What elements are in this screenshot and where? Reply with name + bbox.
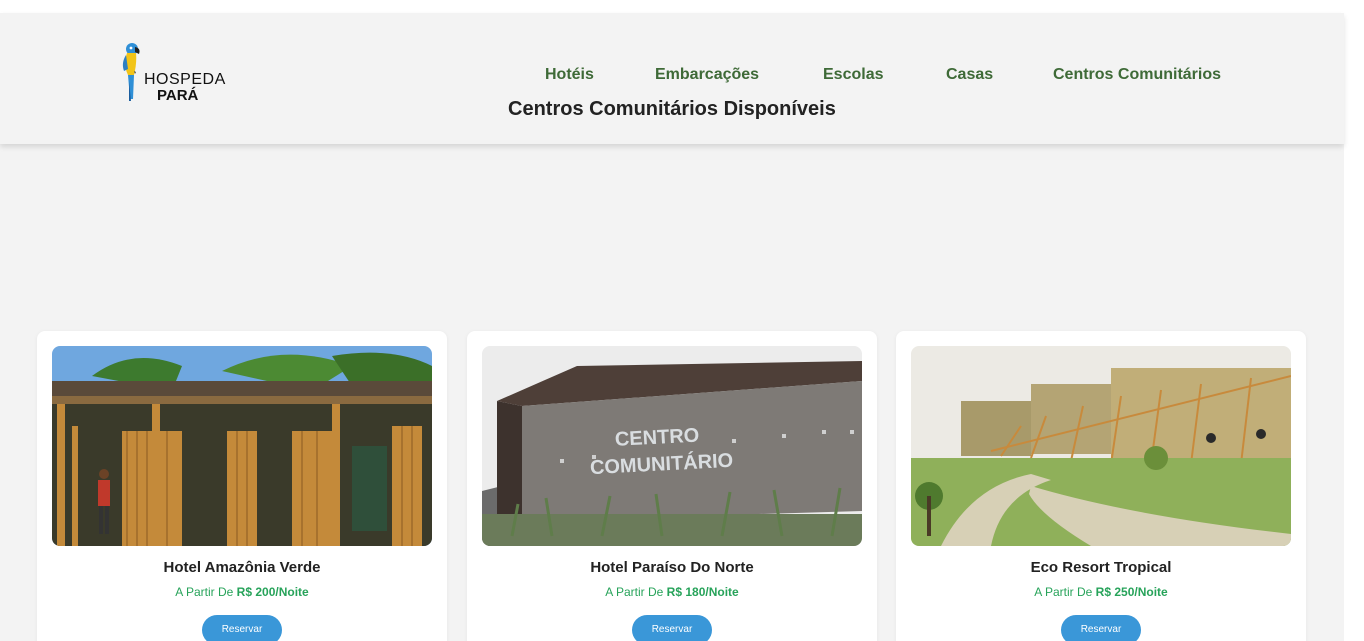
centro-comunitario-building-photo: CENTRO COMUNITÁRIO — [482, 346, 862, 546]
nav-link-casas[interactable]: Casas — [946, 66, 993, 84]
listing-name: Hotel Paraíso Do Norte — [590, 559, 754, 576]
reserve-button[interactable]: Reservar — [1061, 615, 1141, 641]
nav-link-escolas[interactable]: Escolas — [823, 66, 883, 84]
page-title: Centros Comunitários Disponíveis — [508, 98, 836, 120]
price-value: R$ 200/Noite — [236, 585, 309, 599]
scrollbar-track[interactable] — [1344, 13, 1364, 641]
listing-price: A Partir De R$ 200/Noite — [37, 585, 447, 599]
nav-link-centros-comunitarios[interactable]: Centros Comunitários — [1053, 66, 1221, 84]
listing-name: Eco Resort Tropical — [1030, 559, 1172, 576]
price-prefix: A Partir De — [605, 585, 664, 599]
site-header: HOSPEDA PARÁ Hotéis Embarcações Escolas … — [0, 13, 1344, 144]
price-prefix: A Partir De — [175, 585, 234, 599]
price-prefix: A Partir De — [1034, 585, 1093, 599]
listing-name: Hotel Amazônia Verde — [163, 559, 321, 576]
top-strip — [0, 0, 1364, 13]
eco-resort-building-photo — [911, 346, 1291, 546]
listing-price: A Partir De R$ 180/Noite — [467, 585, 877, 599]
main-nav: Hotéis Embarcações Escolas Casas Centros… — [0, 66, 1344, 90]
listing-card: CENTRO COMUNITÁRIO Hotel Paraíso Do Nort… — [467, 331, 877, 641]
price-value: R$ 180/Noite — [666, 585, 739, 599]
reserve-button[interactable]: Reservar — [202, 615, 282, 641]
price-value: R$ 250/Noite — [1095, 585, 1168, 599]
listing-card: Hotel Amazônia Verde A Partir De R$ 200/… — [37, 331, 447, 641]
listing-photo-eco-resort[interactable] — [911, 346, 1291, 546]
nav-link-hoteis[interactable]: Hotéis — [545, 66, 594, 84]
listing-card: Eco Resort Tropical A Partir De R$ 250/N… — [896, 331, 1306, 641]
listing-price: A Partir De R$ 250/Noite — [896, 585, 1306, 599]
sign-text-line1: CENTRO — [614, 425, 699, 451]
listing-photo-bamboo-hut[interactable] — [52, 346, 432, 546]
reserve-button[interactable]: Reservar — [632, 615, 712, 641]
page: HOSPEDA PARÁ Hotéis Embarcações Escolas … — [0, 0, 1364, 641]
bamboo-hut-photo — [52, 346, 432, 546]
nav-link-embarcacoes[interactable]: Embarcações — [655, 66, 759, 84]
listing-photo-community-center[interactable]: CENTRO COMUNITÁRIO — [482, 346, 862, 546]
